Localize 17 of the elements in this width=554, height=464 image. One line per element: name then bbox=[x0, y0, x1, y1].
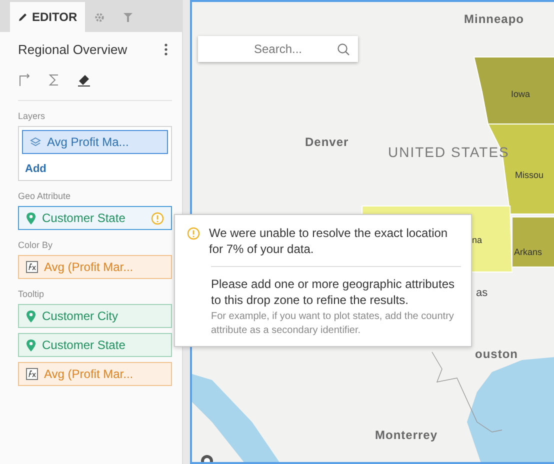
map-label: ouston bbox=[475, 347, 518, 361]
example-text: For example, if you want to plot states, add the country attribute as a secondary identifier. bbox=[210, 310, 455, 338]
panel-title: Regional Overview bbox=[18, 42, 128, 56]
map-label: as bbox=[476, 287, 488, 299]
map-label: Minneapo bbox=[464, 12, 524, 26]
map-label: Arkans bbox=[514, 247, 542, 257]
section-label: Color By bbox=[18, 240, 54, 250]
map-label: Denver bbox=[305, 135, 349, 149]
map-label: Missou bbox=[515, 170, 544, 180]
warning-message: We were unable to resolve the exact location for 7% of your data. bbox=[209, 225, 449, 257]
map-label: Monterrey bbox=[375, 428, 438, 442]
section-label: Geo Attribute bbox=[18, 191, 72, 201]
map-label: na bbox=[472, 235, 482, 245]
section-label: Tooltip bbox=[18, 289, 46, 299]
map-label: Iowa bbox=[511, 89, 530, 99]
section-label: Layers bbox=[18, 111, 46, 121]
advice-text: Please add one or more geographic attributes to this drop zone to refine the results. bbox=[210, 276, 456, 308]
